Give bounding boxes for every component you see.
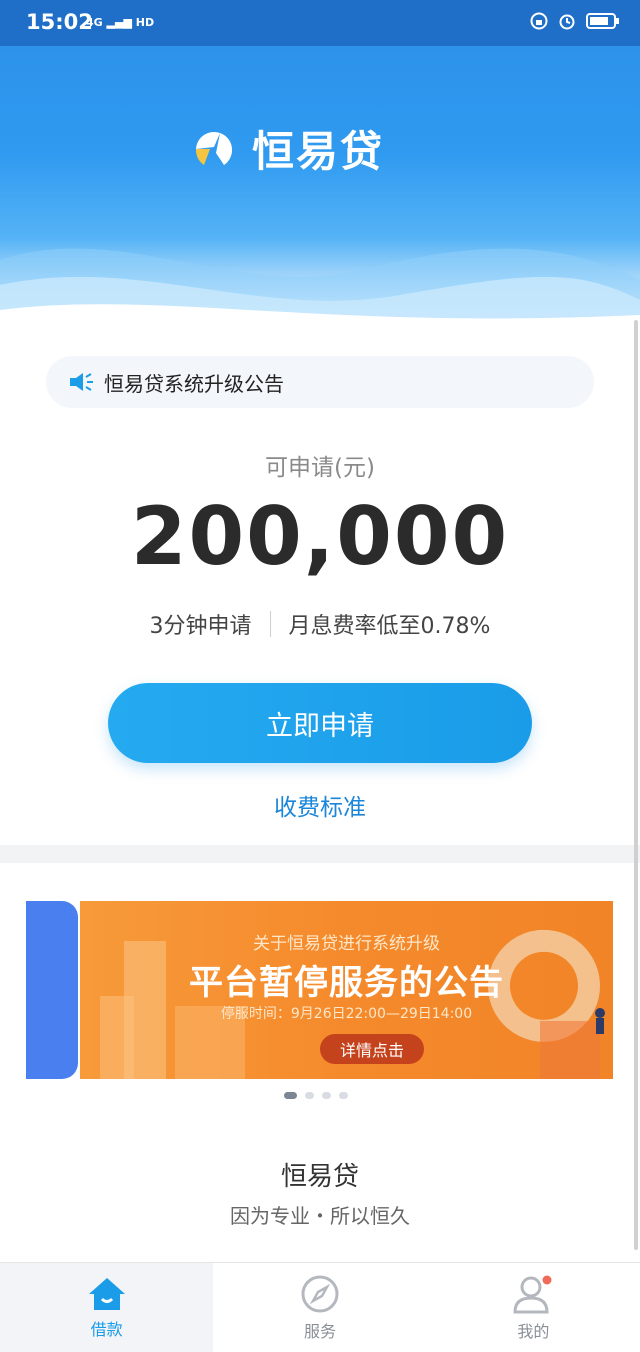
section-divider	[0, 845, 640, 863]
promo-banner[interactable]: 关于恒易贷进行系统升级 平台暂停服务的公告 停服时间：9月26日22:00—29…	[80, 901, 613, 1079]
tab-label-loan: 借款	[90, 1319, 123, 1339]
network-type: 4G	[86, 16, 103, 29]
carousel-indicator	[284, 1092, 348, 1099]
tab-profile[interactable]: 我的	[427, 1263, 640, 1352]
banner-subtitle: 关于恒易贷进行系统升级	[253, 934, 440, 954]
home-icon	[88, 1277, 125, 1310]
lock-rotation-icon	[530, 12, 548, 30]
hd-label: HD	[135, 16, 155, 29]
carousel-dot[interactable]	[339, 1092, 348, 1099]
header-banner: 恒易贷	[0, 0, 640, 340]
network-indicator: 4G ▂▄▆ HD	[86, 16, 154, 29]
logo-icon	[195, 131, 233, 165]
speaker-icon	[70, 373, 93, 391]
carousel-dot-active[interactable]	[284, 1092, 297, 1099]
banner-time: 停服时间：9月26日22:00—29日14:00	[220, 1006, 473, 1022]
user-icon	[513, 1275, 552, 1313]
banner-prev-slide[interactable]	[26, 901, 78, 1079]
alarm-icon	[559, 14, 575, 30]
tab-services[interactable]: 服务	[213, 1263, 426, 1352]
battery-icon	[586, 13, 619, 29]
carousel-dot[interactable]	[322, 1092, 331, 1099]
app-name: 恒易贷	[252, 127, 385, 176]
apply-time-info: 3分钟申请	[149, 614, 252, 639]
banner-details-button[interactable]: 详情点击	[320, 1034, 424, 1064]
scrollbar[interactable]	[634, 320, 638, 1250]
brand-name: 恒易贷	[280, 1162, 359, 1192]
signal-icon: ▂▄▆	[106, 16, 132, 29]
interest-rate-info: 月息费率低至0.78%	[288, 614, 491, 639]
status-bar: 15:02 4G ▂▄▆ HD	[0, 0, 640, 46]
tab-loan[interactable]: 借款	[0, 1263, 214, 1352]
tab-label-services: 服务	[303, 1321, 336, 1341]
notification-dot	[542, 1275, 552, 1284]
fee-standard-link[interactable]: 收费标准	[0, 788, 640, 822]
status-icons	[530, 12, 620, 30]
loan-info: 3分钟申请 月息费率低至0.78%	[0, 608, 640, 640]
available-label: 可申请(元)	[265, 455, 375, 481]
tab-label-profile: 我的	[517, 1321, 550, 1341]
app-logo: 恒易贷	[190, 118, 384, 179]
announcement-text: 恒易贷系统升级公告	[104, 371, 284, 396]
carousel-dot[interactable]	[305, 1092, 314, 1099]
apply-now-button[interactable]: 立即申请	[108, 683, 532, 763]
bottom-tab-bar: 借款 服务 我的	[0, 1262, 640, 1352]
wave-decoration	[0, 248, 640, 340]
announcement-bar[interactable]: 恒易贷系统升级公告	[46, 356, 594, 408]
brand-slogan: 因为专业・所以恒久	[230, 1204, 410, 1228]
status-time: 15:02	[26, 10, 93, 34]
loan-amount: 200,000	[130, 490, 510, 583]
info-divider	[269, 611, 271, 637]
compass-icon	[301, 1275, 339, 1312]
banner-title: 平台暂停服务的公告	[189, 963, 504, 1003]
